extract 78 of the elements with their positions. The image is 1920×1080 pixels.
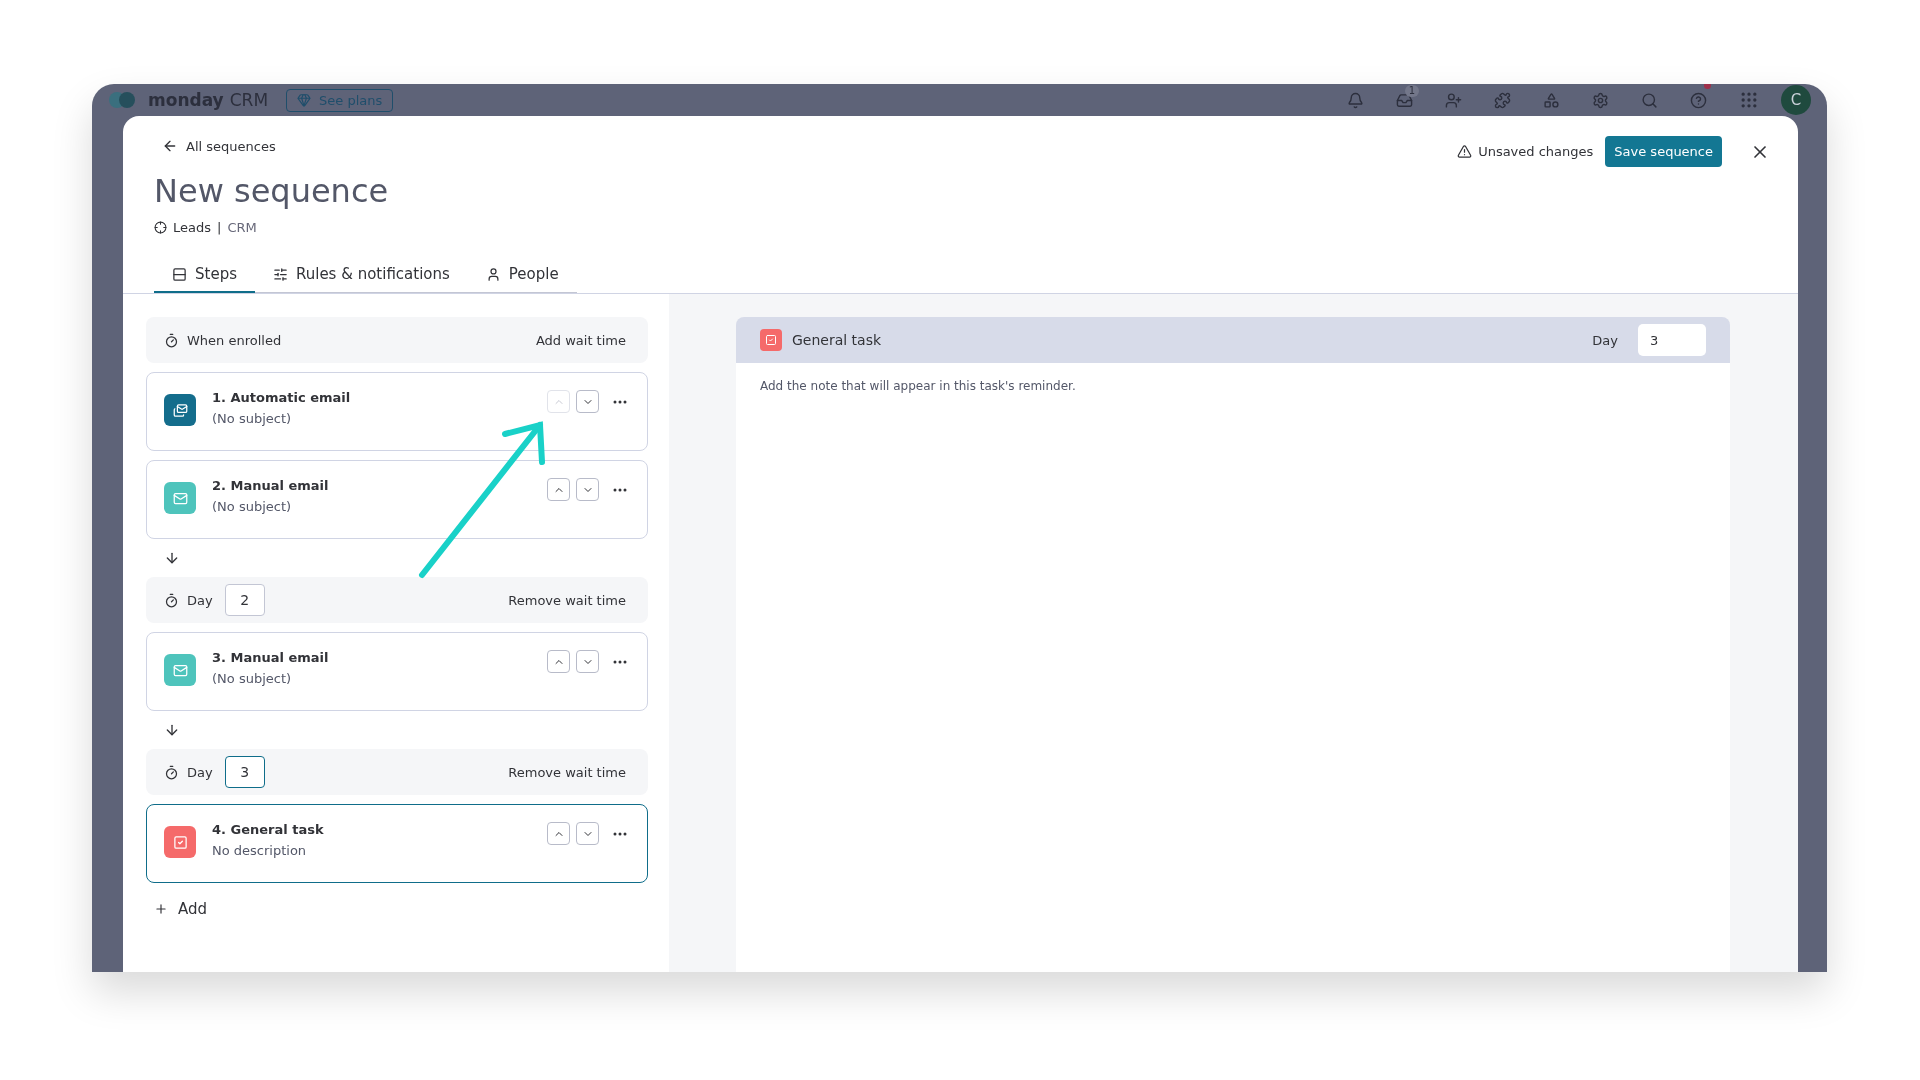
- move-up-button[interactable]: [547, 822, 570, 845]
- day-input[interactable]: 3: [224, 756, 265, 788]
- day-label: Day: [1592, 332, 1618, 348]
- step-card[interactable]: 4. General task No description: [146, 804, 648, 883]
- ellipsis-icon: [613, 487, 627, 492]
- checkbox-icon: [164, 826, 196, 858]
- step-subtitle: (No subject): [212, 499, 293, 514]
- task-title: General task: [792, 332, 882, 348]
- save-sequence-button[interactable]: Save sequence: [1605, 136, 1722, 167]
- move-up-button[interactable]: [547, 650, 570, 673]
- step-subtitle: (No subject): [212, 671, 293, 686]
- row-label: When enrolled: [187, 332, 282, 348]
- add-step-button[interactable]: Add: [146, 892, 216, 926]
- workspace-name: CRM: [227, 220, 257, 235]
- step-title: 1. Automatic email: [212, 390, 352, 405]
- step-subtitle: No description: [212, 843, 308, 858]
- sliders-icon: [272, 266, 288, 282]
- help-icon[interactable]: [1690, 91, 1707, 109]
- move-down-button[interactable]: [576, 390, 599, 413]
- person-icon: [485, 266, 501, 282]
- ellipsis-icon: [613, 659, 627, 664]
- step-title: 4. General task: [212, 822, 325, 837]
- step-title: 3. Manual email: [212, 650, 330, 665]
- page-title: New sequence: [154, 172, 390, 210]
- apps-grid-icon[interactable]: [1739, 90, 1759, 110]
- back-link[interactable]: All sequences: [162, 138, 577, 154]
- remove-wait-time-link[interactable]: Remove wait time: [508, 764, 626, 780]
- step-card[interactable]: 3. Manual email (No subject): [146, 632, 648, 711]
- user-avatar[interactable]: C: [1781, 85, 1811, 115]
- bell-icon[interactable]: [1347, 91, 1364, 109]
- mail-icon: [164, 654, 196, 686]
- step-subtitle: (No subject): [212, 411, 293, 426]
- move-down-button[interactable]: [576, 650, 599, 673]
- timer-icon: [164, 764, 179, 780]
- more-options-button[interactable]: [611, 659, 629, 664]
- tab[interactable]: People: [467, 265, 577, 293]
- logo-text: CRM: [229, 90, 269, 110]
- day-input[interactable]: 3: [1638, 324, 1706, 356]
- target-icon: [154, 221, 167, 234]
- move-down-button[interactable]: [576, 822, 599, 845]
- step-card[interactable]: 1. Automatic email (No subject): [146, 372, 648, 451]
- note-field[interactable]: Add the note that will appear in this task's reminder.: [736, 363, 1730, 972]
- notification-count: 1: [1404, 84, 1419, 97]
- move-up-button[interactable]: [547, 478, 570, 501]
- plus-icon: [154, 902, 168, 916]
- unsaved-changes-notice: Unsaved changes: [1457, 144, 1594, 159]
- gem-icon: [297, 93, 312, 107]
- separator: |: [217, 220, 222, 235]
- puzzle-icon[interactable]: [1494, 91, 1511, 109]
- tab[interactable]: Steps: [154, 265, 255, 293]
- more-options-button[interactable]: [611, 831, 629, 836]
- day-label: Day: [187, 764, 213, 780]
- checkbox-icon: [760, 329, 782, 351]
- remove-wait-time-link[interactable]: Remove wait time: [508, 592, 626, 608]
- rows-icon: [172, 266, 187, 282]
- add-person-icon[interactable]: [1445, 91, 1462, 109]
- timer-icon: [164, 332, 179, 348]
- logo-icon: [108, 91, 136, 109]
- more-options-button[interactable]: [611, 487, 629, 492]
- day-input[interactable]: 2: [224, 584, 265, 616]
- step-card[interactable]: 2. Manual email (No subject): [146, 460, 648, 539]
- stacked-mail-icon: [164, 394, 196, 426]
- day-label: Day: [187, 592, 213, 608]
- ellipsis-icon: [613, 831, 627, 836]
- more-options-button[interactable]: [611, 399, 629, 404]
- board-name: Leads: [173, 220, 211, 235]
- shapes-icon[interactable]: [1543, 91, 1560, 109]
- add-wait-time-link[interactable]: Add wait time: [535, 332, 626, 348]
- mail-icon: [164, 482, 196, 514]
- search-icon[interactable]: [1641, 91, 1658, 109]
- settings-icon[interactable]: [1592, 91, 1609, 109]
- warning-icon: [1457, 144, 1473, 159]
- step-title: 2. Manual email: [212, 478, 330, 493]
- move-down-button[interactable]: [576, 478, 599, 501]
- ellipsis-icon: [613, 399, 627, 404]
- timer-icon: [164, 592, 179, 608]
- tab[interactable]: Rules & notifications: [254, 265, 468, 293]
- logo-text: monday: [148, 90, 224, 110]
